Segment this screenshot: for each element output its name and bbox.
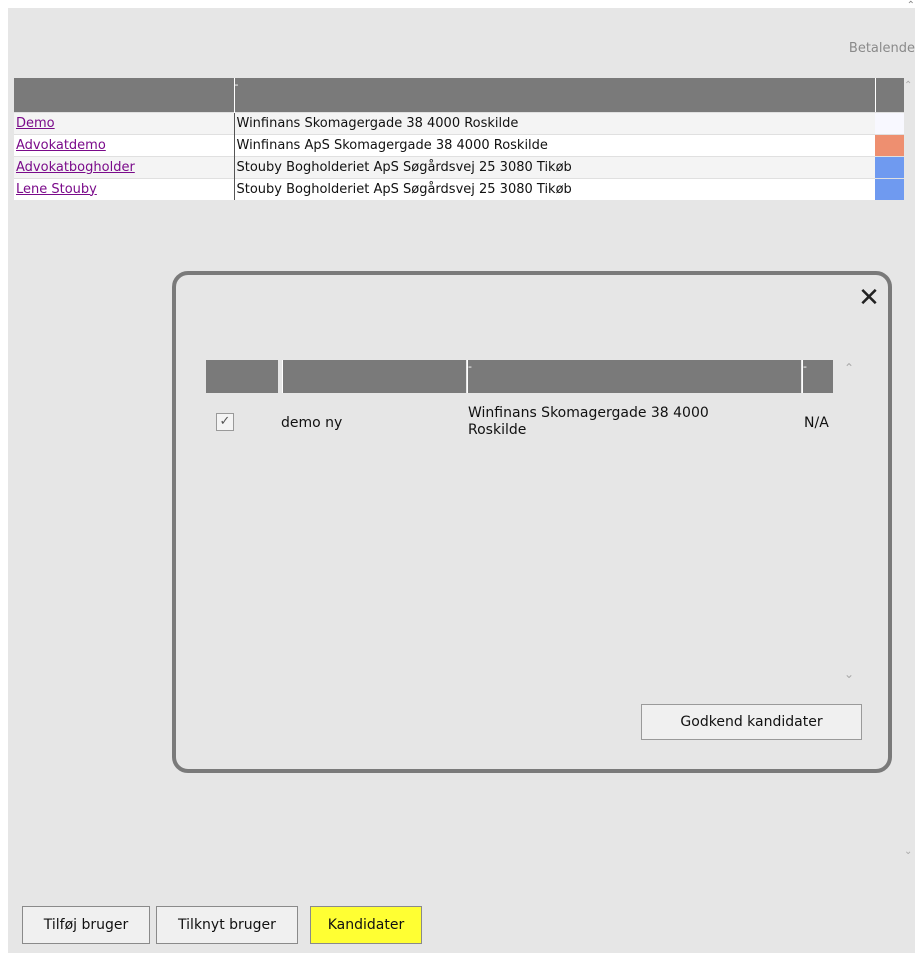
approve-candidates-button[interactable]: Godkend kandidater — [641, 704, 862, 740]
corner-caret-icon: ⌃ — [906, 0, 915, 11]
table-row[interactable]: Lene Stouby Stouby Bogholderiet ApS Søgå… — [14, 177, 875, 200]
scroll-down-icon[interactable]: ⌄ — [844, 667, 854, 681]
scroll-down-icon[interactable]: ⌄ — [904, 846, 912, 857]
candidate-row[interactable]: ✓ demo ny Winfinans Skomagergade 38 4000… — [206, 401, 836, 441]
candidates-button[interactable]: Kandidater — [310, 906, 422, 944]
color-column-header — [875, 78, 904, 112]
header-col-status[interactable]: - — [802, 360, 833, 393]
scroll-up-icon[interactable]: ⌃ — [904, 80, 912, 91]
status-color-cell — [875, 134, 904, 156]
status-color-column — [875, 78, 904, 200]
table-row[interactable]: Demo Winfinans Skomagergade 38 4000 Rosk… — [14, 111, 875, 134]
header-dash: - — [803, 360, 807, 373]
address-cell: Winfinans ApS Skomagergade 38 4000 Roski… — [233, 133, 875, 156]
candidate-name: demo ny — [281, 415, 343, 431]
status-color-cell — [875, 178, 904, 200]
users-table: - Demo Winfinans Skomagergade 38 4000 Ro… — [14, 78, 876, 200]
address-cell: Stouby Bogholderiet ApS Søgårdsvej 25 30… — [233, 177, 875, 200]
users-table-header: - — [14, 78, 876, 112]
header-dash: - — [234, 78, 239, 91]
table-row[interactable]: Advokatdemo Winfinans ApS Skomagergade 3… — [14, 133, 875, 156]
betalende-label: Betalende — [848, 41, 915, 56]
link-user-button[interactable]: Tilknyt bruger — [156, 906, 298, 944]
address-cell: Winfinans Skomagergade 38 4000 Roskilde — [233, 111, 875, 134]
status-color-cell — [875, 112, 904, 134]
user-link-demo[interactable]: Demo — [16, 116, 55, 131]
header-col-address[interactable]: - — [234, 78, 876, 112]
header-col-select[interactable] — [206, 360, 278, 393]
status-color-cell — [875, 156, 904, 178]
candidate-address: Winfinans Skomagergade 38 4000 Roskilde — [468, 405, 768, 439]
candidate-checkbox[interactable]: ✓ — [216, 413, 234, 431]
address-cell: Stouby Bogholderiet ApS Søgårdsvej 25 30… — [233, 155, 875, 178]
candidates-dialog: ✕ - - ✓ demo ny Winfinans Skomagergade 3… — [172, 271, 892, 773]
add-user-button[interactable]: Tilføj bruger — [22, 906, 150, 944]
user-link-lene-stouby[interactable]: Lene Stouby — [16, 182, 97, 197]
header-col-address[interactable]: - — [467, 360, 801, 393]
header-dash: - — [468, 360, 472, 373]
table-row[interactable]: Advokatbogholder Stouby Bogholderiet ApS… — [14, 155, 875, 178]
candidate-status: N/A — [804, 415, 829, 431]
candidate-address-line2: Roskilde — [468, 422, 527, 438]
scroll-up-icon[interactable]: ⌃ — [844, 361, 854, 375]
user-link-advokatbogholder[interactable]: Advokatbogholder — [16, 160, 135, 175]
candidate-address-line1: Winfinans Skomagergade 38 4000 — [468, 405, 709, 421]
close-icon[interactable]: ✕ — [856, 285, 882, 311]
user-link-advokatdemo[interactable]: Advokatdemo — [16, 138, 106, 153]
header-col-name[interactable] — [14, 78, 235, 112]
header-col-name[interactable] — [282, 360, 466, 393]
